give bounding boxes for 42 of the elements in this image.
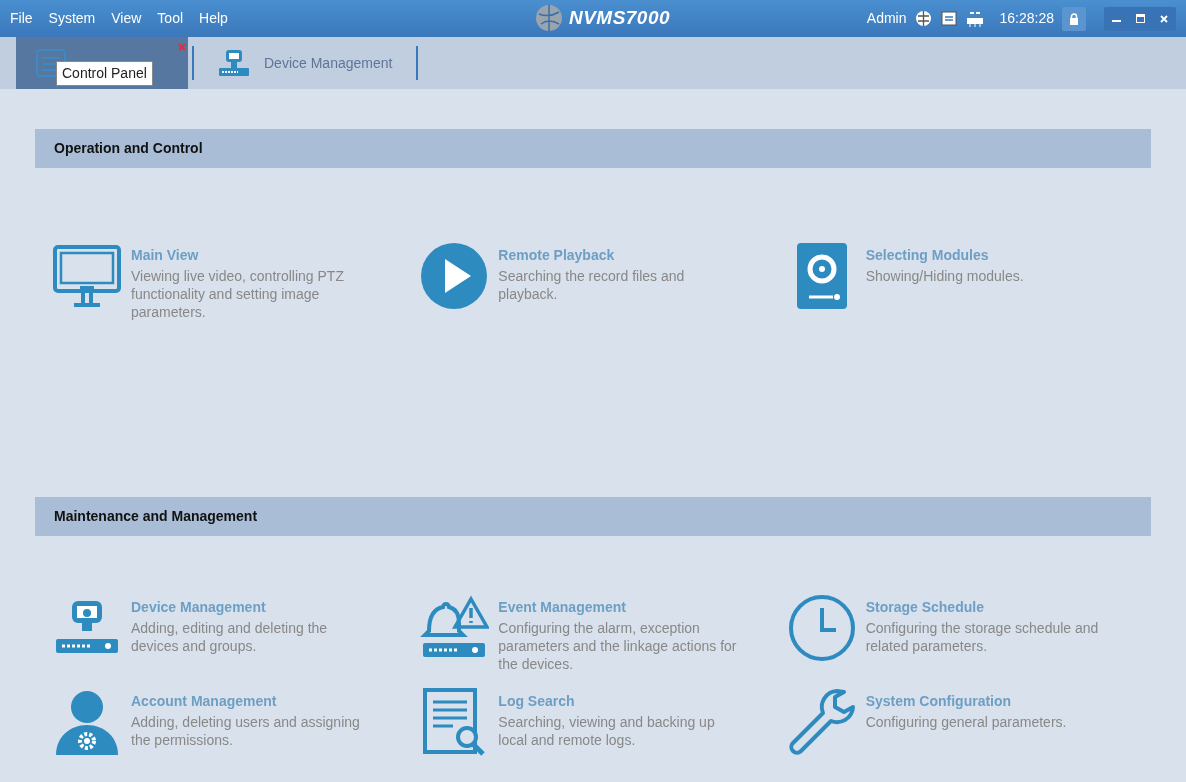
module-link[interactable]: Device Management bbox=[131, 598, 371, 616]
section-header: Operation and Control bbox=[35, 129, 1151, 168]
user-name: Admin bbox=[866, 9, 907, 28]
module-link[interactable]: Selecting Modules bbox=[865, 246, 1106, 264]
section-header: Maintenance and Management bbox=[35, 497, 1151, 536]
cpu-icon[interactable] bbox=[939, 10, 958, 27]
module-description: Configuring the alarm, exception parameters and the linkage actions for the devices. bbox=[498, 619, 738, 673]
camera-device-icon bbox=[218, 48, 250, 78]
module-link[interactable]: Log Search bbox=[498, 692, 739, 710]
module-link[interactable]: Account Management bbox=[131, 692, 371, 710]
maximize-icon bbox=[1135, 14, 1145, 23]
module-description: Adding, editing and deleting the devices and groups. bbox=[131, 619, 329, 655]
lock-button[interactable] bbox=[1062, 6, 1086, 31]
globe-icon[interactable] bbox=[914, 10, 932, 27]
module-description: Viewing live video, controlling PTZ functionality and setting image parameters. bbox=[131, 267, 345, 321]
menu-item[interactable]: System bbox=[48, 8, 96, 29]
menu-item[interactable]: File bbox=[10, 8, 33, 29]
module-description: Searching the record files and playback. bbox=[498, 267, 686, 303]
module-link[interactable]: Main View bbox=[131, 246, 371, 264]
clock-icon bbox=[786, 593, 857, 663]
module-link[interactable]: Event Management bbox=[498, 598, 739, 616]
app-title: NVMS7000 bbox=[569, 6, 670, 30]
tooltip: Control Panel bbox=[56, 61, 153, 86]
module-description: Searching, viewing and backing up local and remote logs. bbox=[498, 713, 716, 749]
module-description: Adding, deleting users and assigning the permissions. bbox=[131, 713, 361, 749]
module-description: Configuring the storage schedule and related parameters. bbox=[865, 619, 1100, 655]
module-description: Showing/Hiding modules. bbox=[865, 267, 1025, 285]
module-link[interactable]: System Configuration bbox=[865, 692, 1106, 710]
clock-time: 16:28:28 bbox=[999, 9, 1054, 28]
module-description: Configuring general parameters. bbox=[865, 713, 1068, 731]
module-link[interactable]: Remote Playback bbox=[498, 246, 739, 264]
wrench-icon bbox=[786, 687, 857, 757]
play-icon bbox=[419, 241, 490, 311]
close-icon bbox=[1160, 14, 1168, 23]
menu-item[interactable]: Tool bbox=[157, 8, 184, 29]
tab[interactable]: Device Management bbox=[198, 37, 413, 89]
menu-item[interactable]: Help bbox=[199, 8, 228, 29]
memory-icon[interactable] bbox=[965, 10, 984, 27]
menu-item[interactable]: View bbox=[111, 8, 142, 29]
globe-logo-icon bbox=[535, 4, 563, 33]
lock-icon bbox=[1069, 12, 1079, 25]
module-link[interactable]: Storage Schedule bbox=[865, 598, 1106, 616]
